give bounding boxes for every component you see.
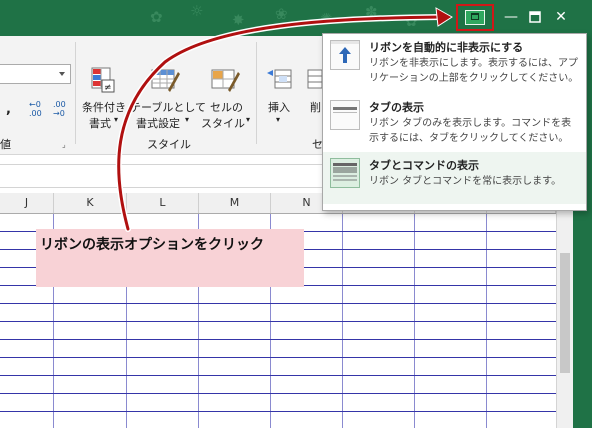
number-group-label: 値 xyxy=(0,138,11,151)
instruction-callout: リボンの表示オプションをクリック xyxy=(36,229,304,287)
format-as-table-label: テーブルとして xyxy=(130,101,207,114)
format-as-table-label-2: 書式設定 xyxy=(136,117,180,130)
conditional-format-label: 条件付き xyxy=(82,101,126,114)
conditional-format-icon[interactable]: ≠ xyxy=(90,66,116,94)
column-header-k[interactable]: K xyxy=(54,193,127,213)
close-icon[interactable]: ✕ xyxy=(550,6,572,28)
tabs-only-icon xyxy=(330,100,360,130)
svg-text:≠: ≠ xyxy=(104,83,112,93)
option-title: タブの表示 xyxy=(369,101,424,114)
chevron-down-icon: ▾ xyxy=(114,115,119,124)
dialog-launcher-icon[interactable]: ⌟ xyxy=(62,140,66,149)
option-description: リボンを非表示にします。表示するには、アプリケーションの上部をクリックしてくださ… xyxy=(369,58,579,84)
title-bar: ✿ ☼ ✸ ❀ ✺ ✽ ✿ — ✕ xyxy=(0,0,592,36)
scrollbar-thumb[interactable] xyxy=(560,253,570,373)
callout-text: リボンの表示オプションをクリック xyxy=(40,237,264,253)
insert-cells-icon[interactable] xyxy=(265,66,293,94)
background-doodle-icon: ☼ xyxy=(190,2,204,20)
number-format-dropdown[interactable] xyxy=(0,64,71,84)
ribbon-display-options-menu: リボンを自動的に非表示にする リボンを非表示にします。表示するには、アプリケーシ… xyxy=(322,33,587,211)
vertical-scrollbar[interactable] xyxy=(556,193,574,428)
tabs-and-commands-icon xyxy=(330,158,360,188)
chevron-down-icon: ▾ xyxy=(246,115,251,124)
option-title: リボンを自動的に非表示にする xyxy=(369,41,524,54)
delete-label: 削 xyxy=(310,101,321,114)
insert-label: 挿入 xyxy=(268,101,290,114)
option-title: タブとコマンドの表示 xyxy=(369,159,479,172)
background-doodle-icon: ✸ xyxy=(232,11,245,29)
minimize-icon[interactable]: — xyxy=(500,6,522,28)
arrow-up-icon xyxy=(330,40,360,70)
column-header-m[interactable]: M xyxy=(199,193,271,213)
comma-style-button[interactable]: , xyxy=(6,102,11,117)
column-header-l[interactable]: L xyxy=(127,193,199,213)
background-doodle-icon: ✽ xyxy=(365,3,378,21)
background-doodle-icon: ✿ xyxy=(150,8,163,26)
cell-styles-label: セルの xyxy=(210,101,243,114)
styles-group-label: スタイル xyxy=(147,138,191,151)
chevron-down-icon: ▾ xyxy=(276,115,281,124)
option-show-tabs[interactable]: タブの表示 リボン タブのみを表示します。コマンドを表示するには、タブをクリック… xyxy=(323,94,586,146)
background-doodle-icon: ❀ xyxy=(275,5,288,23)
option-show-tabs-and-commands[interactable]: タブとコマンドの表示 リボン タブとコマンドを常に表示します。 xyxy=(323,152,586,204)
conditional-format-label-2: 書式 xyxy=(89,117,111,130)
increase-decimal-button[interactable]: ←0 .00 xyxy=(29,100,42,118)
background-doodle-icon: ✿ xyxy=(405,12,418,30)
decrease-decimal-button[interactable]: .00 →0 xyxy=(53,100,66,118)
maximize-icon[interactable] xyxy=(524,6,546,28)
option-auto-hide-ribbon[interactable]: リボンを自動的に非表示にする リボンを非表示にします。表示するには、アプリケーシ… xyxy=(323,34,586,86)
option-description: リボン タブとコマンドを常に表示します。 xyxy=(369,176,562,187)
group-separator xyxy=(256,42,257,144)
format-as-table-icon[interactable] xyxy=(150,66,180,94)
group-separator xyxy=(75,42,76,144)
cell-styles-icon[interactable] xyxy=(210,66,240,94)
option-description: リボン タブのみを表示します。コマンドを表示するには、タブをクリックしてください… xyxy=(369,118,572,144)
ribbon-display-options-button[interactable] xyxy=(456,4,494,31)
delete-cells-icon[interactable] xyxy=(306,66,323,94)
column-header-j[interactable]: J xyxy=(0,193,54,213)
ribbon-display-options-icon xyxy=(465,10,485,25)
cell-styles-label-2: スタイル xyxy=(201,117,245,130)
background-doodle-icon: ✺ xyxy=(320,10,333,28)
chevron-down-icon: ▾ xyxy=(185,115,190,124)
